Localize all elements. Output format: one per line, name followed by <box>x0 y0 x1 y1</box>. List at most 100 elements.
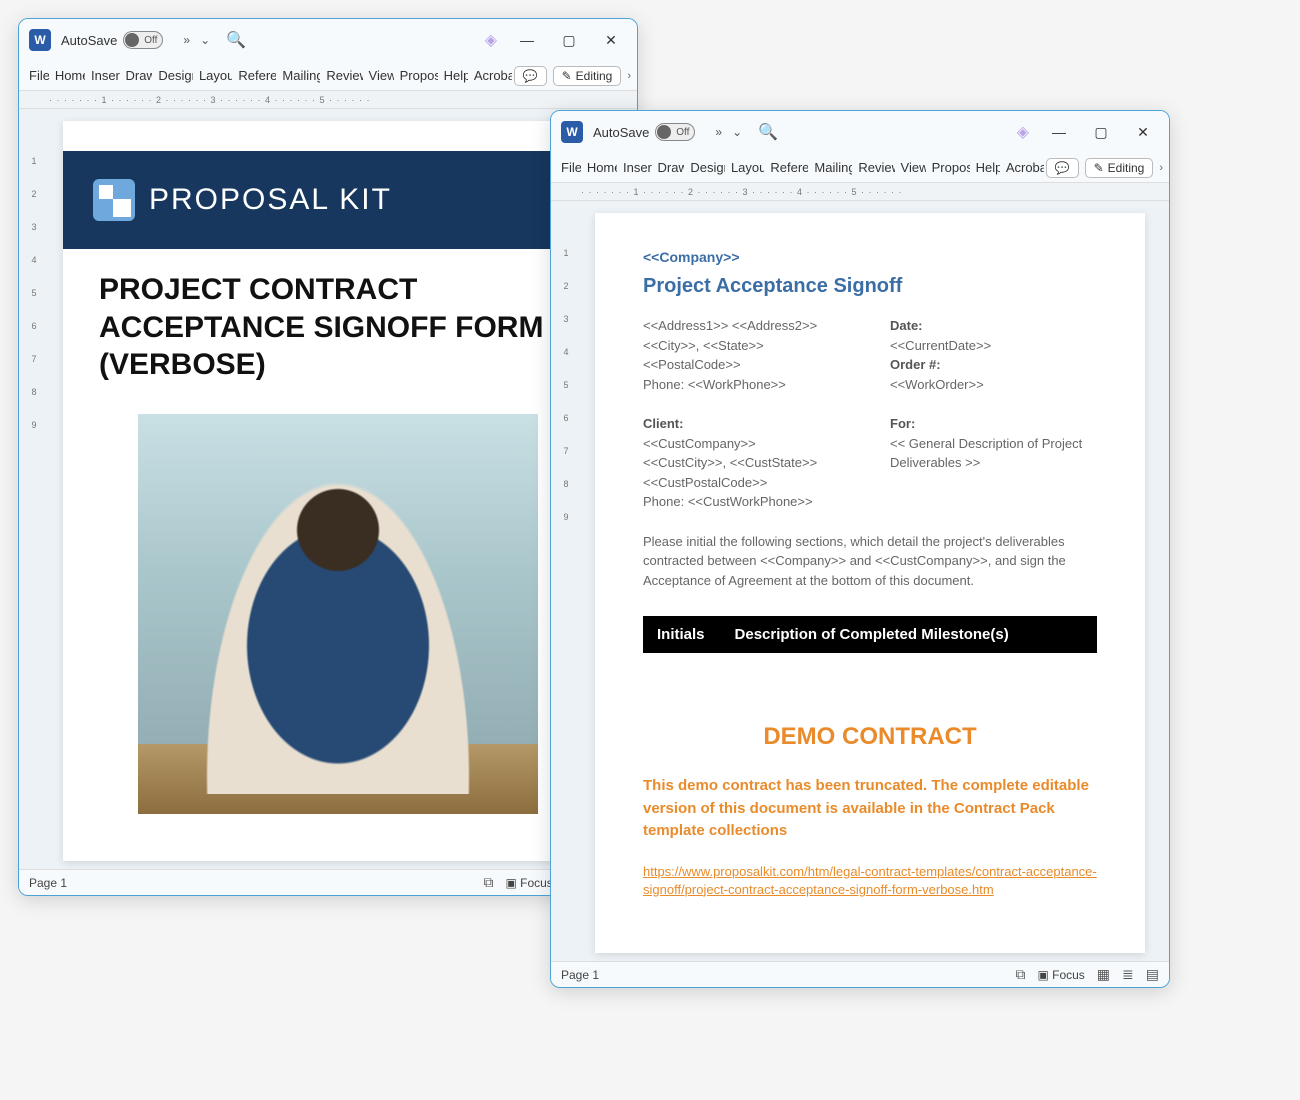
tab-design[interactable]: Design <box>154 64 193 87</box>
display-settings-icon[interactable]: ⧉ <box>483 874 493 891</box>
for-label: For: <box>890 414 1097 434</box>
pencil-icon: ✎ <box>1094 161 1104 175</box>
document-page-1[interactable]: <<Company>> Project Acceptance Signoff <… <box>595 213 1145 953</box>
page-indicator[interactable]: Page 1 <box>561 968 599 982</box>
qat-more-icon[interactable]: » <box>715 125 722 139</box>
demo-contract-title: DEMO CONTRACT <box>643 723 1097 751</box>
col-description: Description of Completed Milestone(s) <box>735 626 1009 643</box>
status-bar: Page 1 ⧉ ▣ Focus ▦ ≣ ▤ <box>551 961 1169 987</box>
proposal-kit-logo-icon <box>93 179 135 221</box>
tab-acrobat[interactable]: Acrobat <box>470 64 512 87</box>
close-button[interactable]: ✕ <box>1127 124 1159 141</box>
ribbon-dropdown-icon[interactable]: ⌄ <box>732 125 742 139</box>
page-indicator[interactable]: Page 1 <box>29 876 67 890</box>
tab-references[interactable]: References <box>766 156 808 179</box>
tab-proposal[interactable]: Proposal <box>928 156 970 179</box>
intro-paragraph: Please initial the following sections, w… <box>643 532 1097 591</box>
close-button[interactable]: ✕ <box>595 32 627 49</box>
order-value: <<WorkOrder>> <box>890 375 1097 395</box>
tab-draw[interactable]: Draw <box>654 156 685 179</box>
milestone-table-header: Initials Description of Completed Milest… <box>643 616 1097 653</box>
col-initials: Initials <box>657 626 705 643</box>
tab-home[interactable]: Home <box>51 64 85 87</box>
word-app-icon: W <box>29 29 51 51</box>
demo-contract-link[interactable]: https://www.proposalkit.com/htm/legal-co… <box>643 863 1097 899</box>
autosave-label: AutoSave <box>593 125 649 140</box>
premium-diamond-icon[interactable]: ◈ <box>1017 122 1029 142</box>
date-value: <<CurrentDate>> <box>890 336 1097 356</box>
autosave-group: AutoSave Off <box>593 123 695 141</box>
ribbon-collapse-icon[interactable]: › <box>627 70 631 82</box>
pencil-icon: ✎ <box>562 69 572 83</box>
client-label: Client: <box>643 414 850 434</box>
read-mode-icon[interactable]: ▦ <box>1097 966 1110 983</box>
editing-mode-button[interactable]: ✎Editing <box>553 66 622 86</box>
tab-proposal[interactable]: Proposal <box>396 64 438 87</box>
address-block: <<Address1>> <<Address2>> <<City>>, <<St… <box>643 316 850 394</box>
tab-layout[interactable]: Layout <box>195 64 232 87</box>
titlebar: W AutoSave Off » ⌄ 🔍 ◈ — ▢ ✕ <box>19 19 637 61</box>
for-block: For: << General Description of Project D… <box>890 414 1097 512</box>
tab-file[interactable]: File <box>25 64 49 87</box>
tab-mailings[interactable]: Mailings <box>278 64 320 87</box>
autosave-toggle[interactable]: Off <box>655 123 695 141</box>
titlebar: W AutoSave Off » ⌄ 🔍 ◈ — ▢ ✕ <box>551 111 1169 153</box>
focus-mode-button[interactable]: ▣ Focus <box>1037 968 1084 982</box>
vertical-ruler[interactable]: 1 2 3 4 5 6 7 8 9 <box>25 121 43 869</box>
tab-design[interactable]: Design <box>686 156 725 179</box>
minimize-button[interactable]: — <box>1043 124 1075 140</box>
document-area: 1 2 3 4 5 6 7 8 9 <<Company>> Project Ac… <box>551 201 1169 961</box>
tab-file[interactable]: File <box>557 156 581 179</box>
search-icon[interactable]: 🔍 <box>758 122 778 142</box>
search-icon[interactable]: 🔍 <box>226 30 246 50</box>
tab-draw[interactable]: Draw <box>122 64 153 87</box>
word-window-1: W AutoSave Off » ⌄ 🔍 ◈ — ▢ ✕ File Home I… <box>18 18 638 896</box>
qat-more-icon[interactable]: » <box>183 33 190 47</box>
ribbon-tabs: File Home Insert Draw Design Layout Refe… <box>19 61 637 91</box>
display-settings-icon[interactable]: ⧉ <box>1015 966 1025 983</box>
focus-mode-button[interactable]: ▣ Focus <box>505 876 552 890</box>
word-window-2: W AutoSave Off » ⌄ 🔍 ◈ — ▢ ✕ File Home I… <box>550 110 1170 988</box>
tab-mailings[interactable]: Mailings <box>810 156 852 179</box>
address-date-row: <<Address1>> <<Address2>> <<City>>, <<St… <box>643 316 1097 394</box>
tab-references[interactable]: References <box>234 64 276 87</box>
vertical-ruler[interactable]: 1 2 3 4 5 6 7 8 9 <box>557 213 575 961</box>
for-details: << General Description of Project Delive… <box>890 434 1097 473</box>
web-layout-icon[interactable]: ▤ <box>1146 966 1159 983</box>
maximize-button[interactable]: ▢ <box>1085 124 1117 141</box>
premium-diamond-icon[interactable]: ◈ <box>485 30 497 50</box>
minimize-button[interactable]: — <box>511 32 543 48</box>
tab-layout[interactable]: Layout <box>727 156 764 179</box>
maximize-button[interactable]: ▢ <box>553 32 585 49</box>
comments-button[interactable]: 💬 <box>1046 158 1079 178</box>
client-details: <<CustCompany>> <<CustCity>>, <<CustStat… <box>643 434 850 512</box>
comments-button[interactable]: 💬 <box>514 66 547 86</box>
ribbon-dropdown-icon[interactable]: ⌄ <box>200 33 210 47</box>
client-block: Client: <<CustCompany>> <<CustCity>>, <<… <box>643 414 850 512</box>
ribbon-tabs: File Home Insert Draw Design Layout Refe… <box>551 153 1169 183</box>
demo-contract-text: This demo contract has been truncated. T… <box>643 775 1097 843</box>
horizontal-ruler[interactable]: · · · · · · · 1 · · · · · · 2 · · · · · … <box>19 91 637 109</box>
tab-home[interactable]: Home <box>583 156 617 179</box>
editing-mode-button[interactable]: ✎Editing <box>1085 158 1154 178</box>
tab-help[interactable]: Help <box>972 156 1000 179</box>
status-bar: Page 1 ⧉ ▣ Focus ▦ ≣ ▤ <box>19 869 637 895</box>
autosave-group: AutoSave Off <box>61 31 163 49</box>
tab-review[interactable]: Review <box>854 156 894 179</box>
tab-view[interactable]: View <box>365 64 394 87</box>
print-layout-icon[interactable]: ≣ <box>1122 966 1134 983</box>
tab-help[interactable]: Help <box>440 64 468 87</box>
company-placeholder: <<Company>> <box>643 249 1097 265</box>
date-label: Date: <box>890 318 923 333</box>
tab-acrobat[interactable]: Acrobat <box>1002 156 1044 179</box>
comments-icon: 💬 <box>1055 161 1070 175</box>
tab-view[interactable]: View <box>897 156 926 179</box>
horizontal-ruler[interactable]: · · · · · · · 1 · · · · · · 2 · · · · · … <box>551 183 1169 201</box>
document-page-1[interactable]: PROPOSAL KIT PROJECT CONTRACT ACCEPTANCE… <box>63 121 613 861</box>
tab-review[interactable]: Review <box>322 64 362 87</box>
tab-insert[interactable]: Insert <box>87 64 120 87</box>
tab-insert[interactable]: Insert <box>619 156 652 179</box>
brand-name: PROPOSAL KIT <box>149 183 392 217</box>
ribbon-collapse-icon[interactable]: › <box>1159 162 1163 174</box>
autosave-toggle[interactable]: Off <box>123 31 163 49</box>
